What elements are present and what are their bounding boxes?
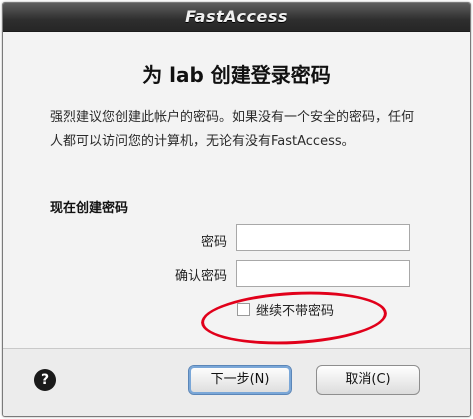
- dialog-heading: 为 lab 创建登录密码: [142, 63, 331, 87]
- description-text: 强烈建议您创建此帐户的密码。如果没有一个安全的密码，任何人都可以访问您的计算机，…: [50, 110, 415, 149]
- next-button[interactable]: 下一步(N): [188, 365, 292, 395]
- password-input[interactable]: [236, 224, 410, 251]
- title-bar: FastAccess: [3, 3, 470, 32]
- dialog-window: FastAccess 为 lab 创建登录密码 强烈建议您创建此帐户的密码。如果…: [2, 2, 471, 417]
- confirm-password-label: 确认密码: [174, 269, 227, 284]
- section-label: 现在创建密码: [50, 201, 129, 216]
- password-label: 密码: [200, 235, 227, 250]
- help-icon[interactable]: ?: [34, 369, 56, 391]
- window-title: FastAccess: [185, 7, 288, 26]
- cancel-button[interactable]: 取消(C): [316, 365, 420, 395]
- red-annotation-circle: [199, 287, 389, 349]
- confirm-password-input[interactable]: [236, 260, 410, 287]
